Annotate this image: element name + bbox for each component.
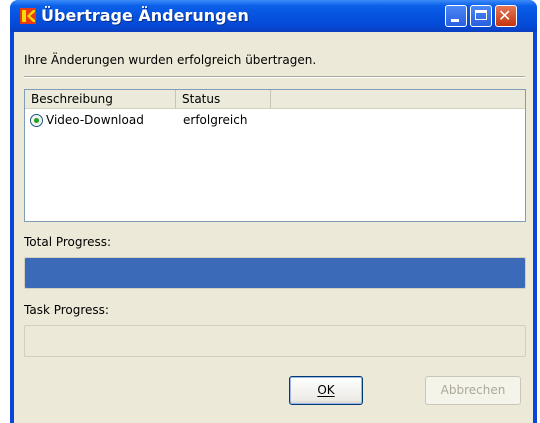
- item-status: erfolgreich: [183, 113, 248, 127]
- list-header: Beschreibung Status: [25, 90, 525, 109]
- cancel-button: Abbrechen: [425, 376, 521, 405]
- item-description: Video-Download: [46, 113, 144, 127]
- close-button[interactable]: ✕: [495, 5, 517, 27]
- results-list[interactable]: Beschreibung Status Video-Download erfol…: [24, 89, 526, 222]
- title-bar[interactable]: Übertrage Änderungen ✕: [10, 0, 537, 32]
- minimize-icon: [451, 19, 459, 22]
- column-header-status[interactable]: Status: [176, 90, 271, 108]
- task-progress-bar: [24, 325, 526, 357]
- column-header-description[interactable]: Beschreibung: [25, 90, 176, 108]
- radio-icon: [30, 114, 43, 127]
- total-progress-fill: [25, 258, 525, 288]
- dialog-window: Übertrage Änderungen ✕ Ihre Änderungen w…: [10, 0, 537, 423]
- window-title: Übertrage Änderungen: [41, 6, 249, 25]
- ok-button-label: OK: [317, 383, 335, 397]
- column-header-empty: [271, 90, 525, 108]
- maximize-icon: [475, 10, 487, 20]
- cancel-button-label: Abbrechen: [440, 383, 506, 397]
- kaspersky-k-icon: [20, 8, 36, 24]
- total-progress-label: Total Progress:: [24, 235, 112, 249]
- radio-dot: [34, 118, 39, 123]
- dialog-body: Ihre Änderungen wurden erfolgreich übert…: [14, 32, 533, 423]
- maximize-button[interactable]: [470, 5, 492, 27]
- ok-button[interactable]: OK: [289, 376, 363, 405]
- task-progress-label: Task Progress:: [24, 303, 109, 317]
- minimize-button[interactable]: [445, 5, 467, 27]
- total-progress-bar: [24, 257, 526, 289]
- list-item[interactable]: Video-Download erfolgreich: [25, 112, 525, 132]
- separator: [24, 76, 525, 78]
- close-icon: ✕: [498, 6, 512, 25]
- status-message: Ihre Änderungen wurden erfolgreich übert…: [24, 53, 317, 67]
